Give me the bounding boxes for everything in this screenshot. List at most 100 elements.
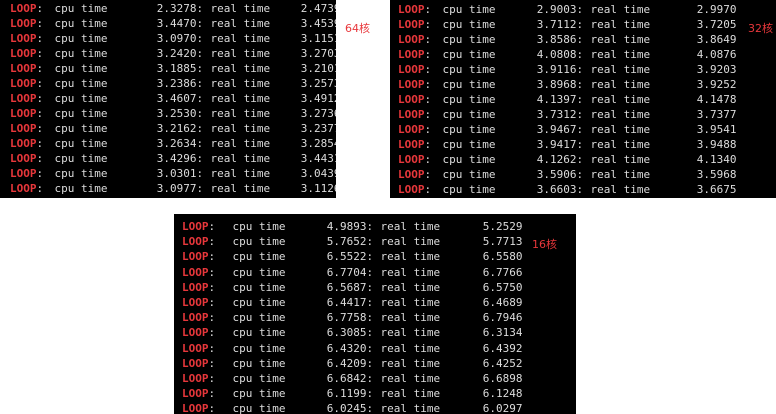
cpu-time-value: 3.9417 bbox=[536, 138, 577, 151]
colon: : bbox=[424, 153, 432, 166]
terminal-64-cores: LOOP:cpu time2.3278:real time2.4739LOOP:… bbox=[0, 0, 336, 198]
loop-tag: LOOP bbox=[182, 280, 209, 294]
real-time-value: 3.2854 bbox=[300, 137, 336, 150]
real-time-value: 6.5750 bbox=[482, 280, 523, 294]
cpu-time-value: 3.4470 bbox=[156, 17, 197, 30]
cpu-time-label: cpu time bbox=[54, 122, 108, 135]
colon: : bbox=[424, 78, 432, 91]
cpu-time-value: 6.4417 bbox=[326, 295, 367, 309]
colon: : bbox=[576, 123, 584, 136]
core-count-label-32: 32核 bbox=[748, 22, 773, 35]
real-time-label: real time bbox=[590, 63, 651, 76]
colon: : bbox=[208, 265, 216, 279]
terminal-line: LOOP: cpu time 3.4296: real time 3.4431 bbox=[10, 151, 336, 166]
loop-tag: LOOP bbox=[10, 137, 37, 150]
cpu-time-label: cpu time bbox=[232, 341, 286, 355]
cpu-time-value: 3.4296 bbox=[156, 152, 197, 165]
cpu-time-value: 3.1885 bbox=[156, 62, 197, 75]
real-time-value: 2.9970 bbox=[696, 3, 737, 16]
real-time-value: 3.7377 bbox=[696, 108, 737, 121]
colon: : bbox=[36, 152, 44, 165]
cpu-time-label: cpu time bbox=[442, 93, 496, 106]
colon: : bbox=[196, 47, 204, 60]
terminal-line: LOOP: cpu time 3.2162: real time 3.2377 bbox=[10, 121, 336, 136]
cpu-time-value: 3.3305 bbox=[145, 196, 197, 198]
cpu-time-label: cpu time bbox=[232, 295, 286, 309]
cpu-time-value: 4.0808 bbox=[536, 48, 577, 61]
cpu-time-label: cpu time bbox=[442, 63, 496, 76]
colon: : bbox=[208, 250, 216, 264]
colon: : bbox=[196, 32, 204, 45]
colon: : bbox=[576, 138, 584, 151]
cpu-time-value: 3.2634 bbox=[156, 137, 197, 150]
loop-tag: LOOP bbox=[398, 153, 425, 166]
colon: : bbox=[424, 63, 432, 76]
real-time-value: 6.7766 bbox=[482, 265, 523, 279]
real-time-value: 3.6675 bbox=[696, 183, 737, 196]
cpu-time-value: 6.5687 bbox=[326, 280, 367, 294]
real-time-label: real time bbox=[380, 235, 441, 249]
real-time-value: 3.1151 bbox=[300, 32, 336, 45]
loop-tag: LOOP bbox=[398, 123, 425, 136]
colon: : bbox=[424, 108, 432, 121]
real-time-value: 3.2377 bbox=[300, 122, 336, 135]
cpu-time-label: cpu time bbox=[54, 62, 108, 75]
loop-tag: LOOP bbox=[398, 108, 425, 121]
loop-tag: LOOP bbox=[182, 356, 209, 370]
colon: : bbox=[196, 2, 204, 15]
loop-tag: LOOP bbox=[182, 326, 209, 340]
real-time-label: real time bbox=[380, 280, 441, 294]
terminal-32-cores: LOOP: cpu time 2.9003: real time 2.9970 LOOP:… bbox=[390, 0, 776, 198]
cpu-time-label: cpu time bbox=[442, 168, 496, 181]
colon: : bbox=[208, 341, 216, 355]
cpu-time-label: cpu time bbox=[54, 17, 108, 30]
real-time-value: 5.7713 bbox=[482, 235, 523, 249]
terminal-line: LOOP: cpu time 3.6603: real time 3.6675 bbox=[398, 182, 737, 197]
cpu-time-value: 6.7704 bbox=[326, 265, 367, 279]
colon: : bbox=[366, 341, 374, 355]
terminal-output: LOOP:cpu time2.3278:real time2.4739LOOP:… bbox=[10, 1, 336, 198]
terminal-line: LOOP: cpu time 6.7758: real time 6.7946 bbox=[182, 310, 523, 325]
colon: : bbox=[424, 3, 432, 16]
cpu-time-label: cpu time bbox=[54, 47, 108, 60]
real-time-label: real time bbox=[210, 182, 271, 195]
real-time-label: real time bbox=[210, 167, 271, 180]
terminal-line: LOOP: cpu time 3.2386: real time 3.2573 bbox=[10, 76, 336, 91]
loop-tag: LOOP bbox=[10, 197, 37, 198]
cpu-time-value: 3.6603 bbox=[536, 183, 577, 196]
real-time-value: 3.1126 bbox=[300, 182, 336, 195]
cpu-time-label: cpu time bbox=[54, 152, 108, 165]
real-time-label: real time bbox=[210, 47, 271, 60]
cpu-time-value: 3.8968 bbox=[536, 78, 577, 91]
real-time-label: real time bbox=[590, 33, 651, 46]
colon: : bbox=[36, 32, 44, 45]
loop-tag: LOOP bbox=[398, 78, 425, 91]
loop-tag: LOOP bbox=[398, 63, 425, 76]
loop-tag: LOOP bbox=[398, 93, 425, 106]
cpu-time-value: 3.5906 bbox=[536, 168, 577, 181]
colon: : bbox=[36, 47, 44, 60]
real-time-label: real time bbox=[590, 108, 651, 121]
loop-tag: LOOP bbox=[398, 33, 425, 46]
real-time-label: real time bbox=[590, 183, 651, 196]
real-time-value: 6.6898 bbox=[482, 371, 523, 385]
terminal-line: LOOP: cpu time 4.1397: real time 4.1478 bbox=[398, 92, 737, 107]
terminal-line: LOOP: cpu time 3.9467: real time 3.9541 bbox=[398, 122, 737, 137]
real-time-value: 3.2573 bbox=[300, 77, 336, 90]
colon: : bbox=[576, 153, 584, 166]
colon: : bbox=[208, 402, 216, 414]
cpu-time-label: cpu time bbox=[442, 33, 496, 46]
colon: : bbox=[196, 92, 204, 105]
colon: : bbox=[36, 2, 44, 15]
cpu-time-value: 3.9467 bbox=[536, 123, 577, 136]
colon: : bbox=[424, 18, 432, 31]
cpu-time-value: 3.7312 bbox=[536, 108, 577, 121]
cpu-time-label: cpu time bbox=[442, 183, 496, 196]
real-time-label: real time bbox=[210, 92, 271, 105]
loop-tag: LOOP bbox=[182, 235, 209, 249]
colon: : bbox=[366, 250, 374, 264]
colon: : bbox=[208, 311, 216, 325]
colon: : bbox=[36, 167, 44, 180]
cpu-time-label: cpu time bbox=[232, 311, 286, 325]
colon: : bbox=[576, 168, 584, 181]
